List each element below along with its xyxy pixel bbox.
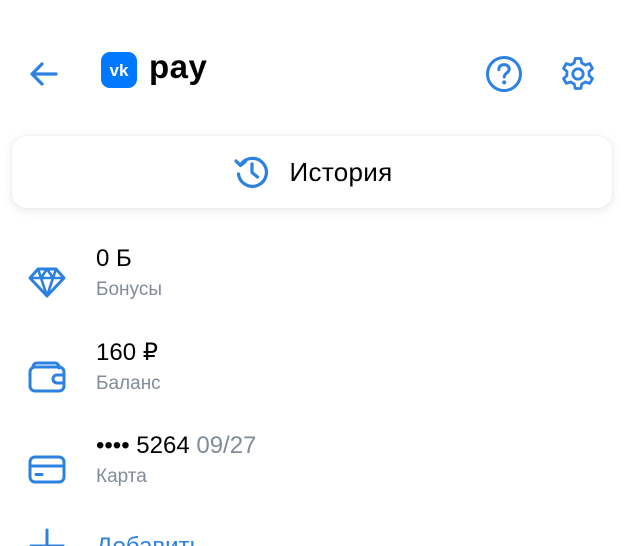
card-label: Карта bbox=[96, 466, 147, 487]
list-item-card[interactable]: •••• 5264 09/27 Карта bbox=[0, 431, 624, 507]
bonuses-label: Бонусы bbox=[96, 279, 162, 300]
back-button[interactable] bbox=[22, 52, 66, 96]
help-button[interactable] bbox=[482, 52, 526, 96]
vk-logo-letters: vk bbox=[110, 61, 129, 80]
add-button[interactable]: Добавить bbox=[0, 520, 624, 546]
question-circle-icon bbox=[486, 56, 522, 92]
card-icon bbox=[25, 447, 69, 491]
settings-button[interactable] bbox=[556, 52, 600, 96]
card-expiry: 09/27 bbox=[196, 432, 257, 459]
history-button[interactable]: История bbox=[12, 136, 612, 208]
bonuses-value: 0 Б bbox=[96, 245, 132, 272]
balance-label: Баланс bbox=[96, 373, 161, 394]
list-item-bonuses[interactable]: 0 Б Бонусы bbox=[0, 244, 624, 320]
wallet-icon bbox=[25, 354, 69, 398]
arrow-left-icon bbox=[30, 62, 58, 86]
balance-value: 160 ₽ bbox=[96, 339, 158, 366]
history-label: История bbox=[289, 156, 393, 187]
history-clock-icon bbox=[232, 152, 272, 192]
add-label: Добавить bbox=[96, 532, 202, 546]
vk-letters-icon: vk bbox=[110, 61, 129, 80]
vk-logo-icon: vk bbox=[101, 52, 137, 88]
card-masked-number: •••• 5264 bbox=[96, 432, 190, 459]
card-number: •••• 5264 09/27 bbox=[96, 431, 256, 461]
list-item-balance[interactable]: 160 ₽ Баланс bbox=[0, 338, 624, 414]
gear-icon bbox=[562, 57, 594, 90]
header: vk pay bbox=[0, 0, 624, 140]
vk-pay-screen: vk pay История 0 Б Бонусы 160 ₽ Баланс •… bbox=[0, 0, 624, 546]
diamond-icon bbox=[25, 260, 69, 304]
vk-pay-logo: vk pay bbox=[101, 48, 208, 90]
plus-icon bbox=[25, 524, 69, 546]
logo-text: pay bbox=[149, 48, 208, 85]
